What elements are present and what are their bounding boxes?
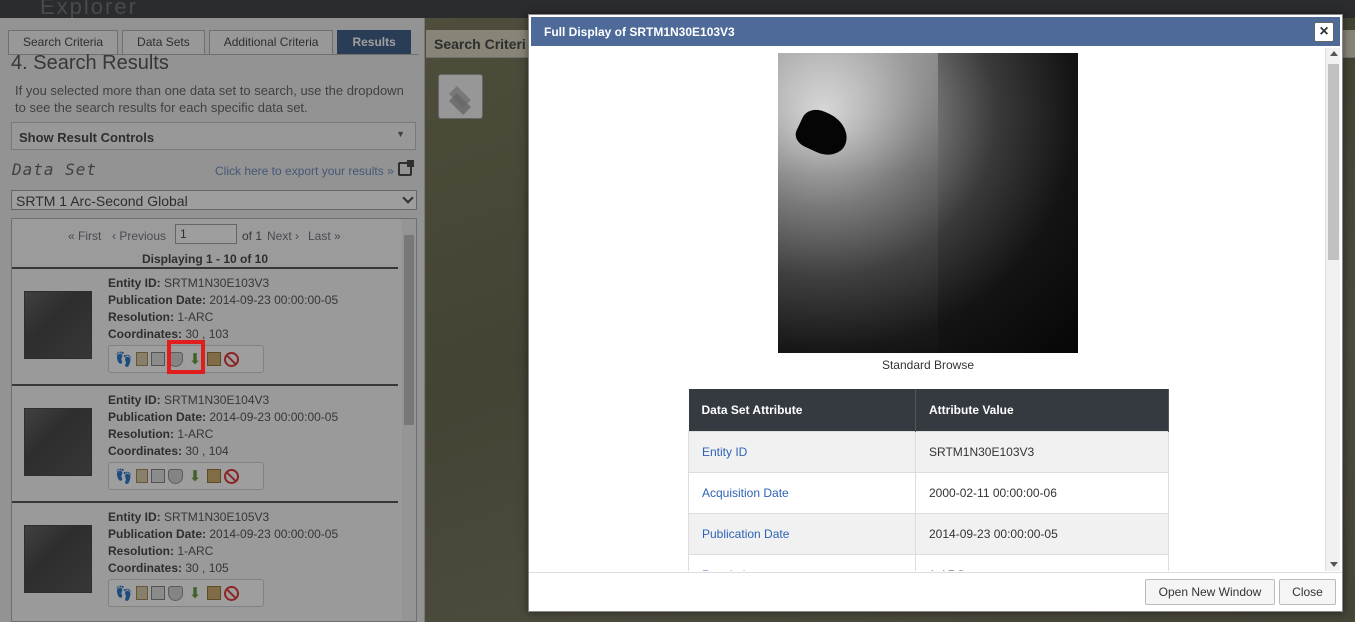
table-row: Publication Date 2014-09-23 00:00:00-05 [688,512,1169,555]
scroll-down-icon[interactable] [1330,562,1338,567]
attribute-name-link[interactable]: Acquisition Date [688,471,916,514]
dialog-footer: Open New Window Close [529,572,1342,611]
attribute-name-link[interactable]: Resolution [688,553,916,571]
table-row: Acquisition Date 2000-02-11 00:00:00-06 [688,471,1169,514]
column-header: Data Set Attribute [688,389,916,431]
attribute-table: Data Set Attribute Attribute Value Entit… [688,389,1169,571]
dialog-body: Standard Browse Data Set Attribute Attri… [531,48,1340,571]
highlight-box [167,340,205,374]
table-row: Entity ID SRTM1N30E103V3 [688,430,1169,473]
column-header: Attribute Value [915,389,1169,431]
dialog-title: Full Display of SRTM1N30E103V3 [544,25,735,39]
browse-caption: Standard Browse [881,358,975,372]
attribute-value: 2000-02-11 00:00:00-06 [915,471,1169,514]
browse-image [778,53,1078,353]
attribute-name-link[interactable]: Publication Date [688,512,916,555]
attribute-value: 2014-09-23 00:00:00-05 [915,512,1169,555]
full-display-dialog: Full Display of SRTM1N30E103V3 × Standar… [528,14,1343,612]
dialog-scrollbar-thumb[interactable] [1328,64,1339,260]
attribute-name-link[interactable]: Entity ID [688,430,916,473]
close-button[interactable]: Close [1279,579,1336,605]
table-header-row: Data Set Attribute Attribute Value [688,389,1169,431]
dialog-titlebar: Full Display of SRTM1N30E103V3 × [531,17,1340,46]
table-row: Resolution 1-ARC [688,553,1169,571]
dialog-scrollbar[interactable] [1325,48,1340,571]
open-new-window-button[interactable]: Open New Window [1145,579,1275,605]
close-icon[interactable]: × [1314,22,1334,42]
attribute-value: 1-ARC [915,553,1169,571]
attribute-value: SRTM1N30E103V3 [915,430,1169,473]
scroll-up-icon[interactable] [1330,51,1338,56]
